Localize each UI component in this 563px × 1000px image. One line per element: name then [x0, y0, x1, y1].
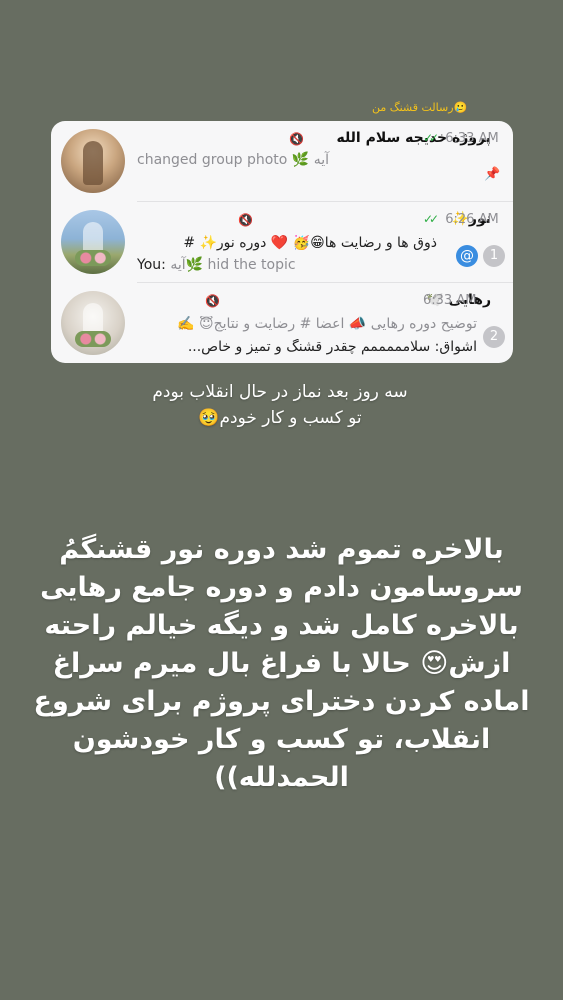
story-caption-small: سه روز بعد نماز در حال انقلاب بودم تو کس…: [152, 382, 408, 428]
chat-time: 6:33 AM: [423, 293, 503, 308]
avatar-flowers: [75, 331, 111, 347]
avatar-flowers: [75, 250, 111, 266]
chat-preview-2: You: آیه🌿 hid the topic: [137, 257, 296, 273]
chat-row-project[interactable]: پروژه خدیجه سلام الله 🔇 ✓✓ 6:33 AM chang…: [51, 121, 513, 201]
unread-badge: 1: [483, 245, 505, 267]
read-check-icon: ✓✓: [423, 212, 439, 226]
time-text: 6:33 AM: [423, 293, 477, 308]
chat-list: پروژه خدیجه سلام الله 🔇 ✓✓ 6:33 AM chang…: [51, 121, 513, 363]
chat-preview-text: آیه🌿 hid the topic: [170, 257, 296, 273]
avatar: [61, 291, 125, 355]
mention-badge[interactable]: @: [456, 245, 478, 267]
caption-top: رسالت قشنگ من🥲: [372, 101, 468, 114]
chat-time: ✓✓ 6:26 AM: [423, 212, 503, 227]
time-text: 6:26 AM: [445, 212, 499, 227]
time-text: 6:33 AM: [445, 131, 499, 146]
unread-badge: 2: [483, 326, 505, 348]
chat-time: ✓✓ 6:33 AM: [423, 131, 503, 146]
chat-preview: ذوق ها و رضایت ها😁🥳 ❤️ دوره نور✨ #: [183, 235, 437, 251]
you-prefix: You:: [137, 257, 166, 273]
chat-row-noor[interactable]: نور✨ 🔇 ✓✓ 6:26 AM ذوق ها و رضایت ها😁🥳 ❤️…: [51, 202, 513, 282]
chat-row-rahaei[interactable]: رهایی 🕊️ 🔇 6:33 AM توضیح دوره رهایی 📣 اع…: [51, 283, 513, 363]
muted-icon: 🔇: [205, 294, 220, 308]
story-caption-big: بالاخره تموم شد دوره نور قشنگمُ سروسامون…: [33, 534, 530, 793]
chat-preview-2: اشواق: سلامممممم چقدر قشنگ و تمیز و خاص.…: [187, 339, 477, 355]
avatar: [61, 210, 125, 274]
muted-icon: 🔇: [238, 213, 253, 227]
chat-preview: changed group photo 🌿 آیه: [137, 152, 329, 168]
muted-icon: 🔇: [289, 132, 304, 146]
avatar-figure: [83, 141, 103, 185]
pin-icon: 📌: [484, 167, 501, 182]
chat-preview: توضیح دوره رهایی 📣 اعضا # رضایت و نتایج😇…: [177, 316, 477, 332]
avatar: [61, 129, 125, 193]
read-check-icon: ✓✓: [423, 131, 439, 145]
